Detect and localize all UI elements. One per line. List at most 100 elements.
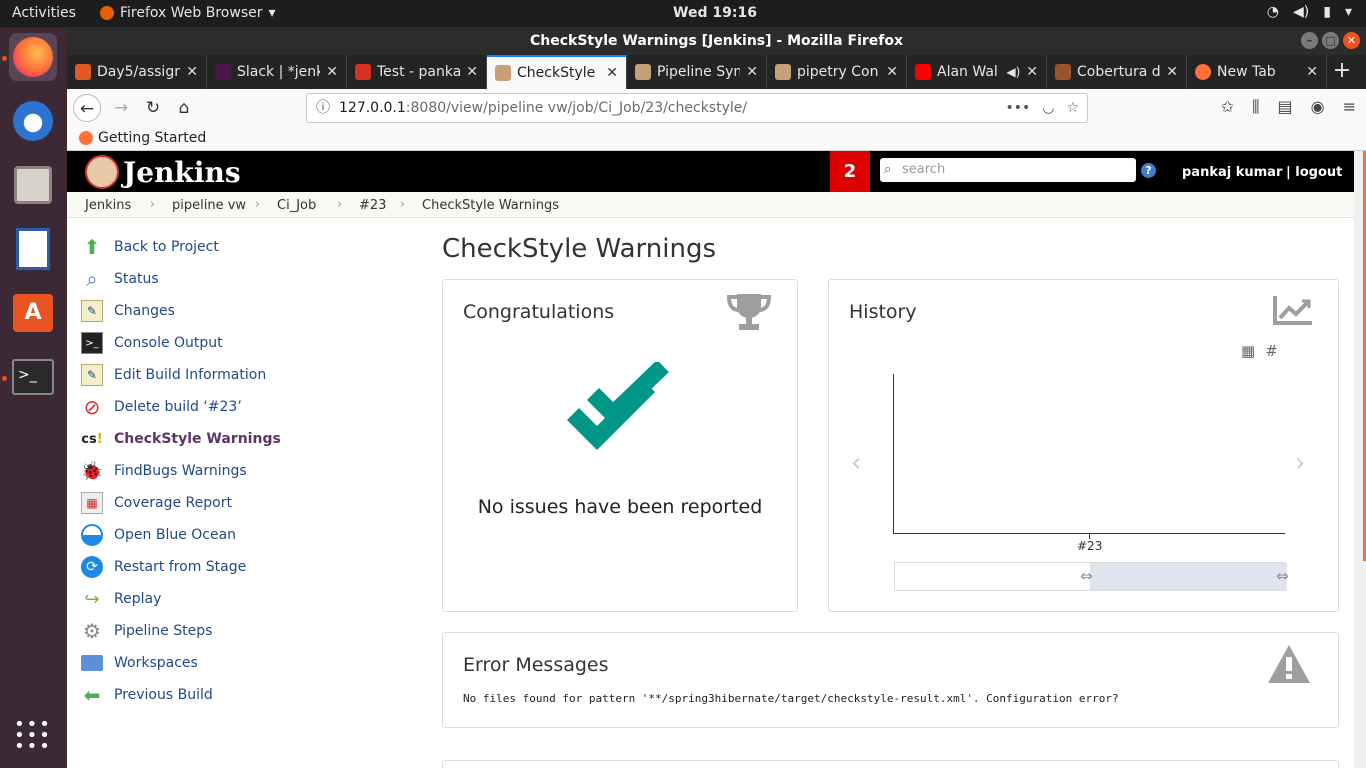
sidebar-item-workspaces[interactable]: Workspaces (81, 647, 411, 679)
reload-button[interactable]: ↻ (139, 94, 167, 122)
system-menu[interactable]: ◔ ◀) ▮ ▾ (1267, 4, 1352, 20)
dock-writer[interactable] (9, 225, 57, 273)
running-indicator (2, 56, 7, 61)
warning-icon (1268, 645, 1310, 683)
close-tab-icon[interactable]: ✕ (1306, 64, 1318, 80)
sidebar-item-findbugs-warnings[interactable]: 🐞 FindBugs Warnings (81, 455, 411, 487)
logout-link[interactable]: | logout (1286, 165, 1342, 180)
next-card (442, 760, 1339, 768)
breadcrumb-item[interactable]: pipeline vw (172, 198, 246, 213)
sidebar-item-changes[interactable]: ✎ Changes (81, 295, 411, 327)
sidebar-item-edit-build-information[interactable]: ✎ Edit Build Information (81, 359, 411, 391)
tab[interactable]: Cobertura d ✕ (1047, 55, 1187, 89)
sidebar-item-restart-from-stage[interactable]: ⟳ Restart from Stage (81, 551, 411, 583)
close-tab-icon[interactable]: ✕ (326, 64, 338, 80)
home-button[interactable]: ⌂ (170, 94, 198, 122)
sidebar-item-status[interactable]: ⌕ Status (81, 263, 411, 295)
chart-zoom-slider[interactable]: ⇔ ⇔ (894, 562, 1289, 591)
forward-button[interactable]: → (107, 94, 135, 122)
new-tab-button[interactable]: + (1327, 55, 1357, 89)
notification-badge[interactable]: 2 (830, 151, 870, 192)
dock-software[interactable]: A (9, 289, 57, 337)
tab[interactable]: pipetry Con ✕ (767, 55, 907, 89)
close-tab-icon[interactable]: ✕ (1026, 64, 1038, 80)
hash-icon[interactable]: # (1265, 342, 1278, 360)
search-input[interactable]: ⌕ search (880, 158, 1136, 182)
jenkins-logo[interactable]: Jenkins (85, 155, 241, 189)
clock[interactable]: Wed 19:16 (0, 5, 1366, 21)
dock-show-apps[interactable]: ••• ••• ••• (9, 711, 57, 759)
bookmark-star-icon[interactable]: ☆ (1066, 94, 1079, 122)
dock-thunderbird[interactable] (9, 97, 57, 145)
dock-files[interactable] (9, 161, 57, 209)
sidebar-icon[interactable]: ▤ (1278, 97, 1293, 117)
terminal-icon: >_ (81, 332, 103, 354)
close-tab-icon[interactable]: ✕ (606, 65, 618, 81)
minimize-button[interactable]: – (1301, 32, 1318, 49)
breadcrumb-item[interactable]: Ci_Job (277, 198, 316, 213)
close-tab-icon[interactable]: ✕ (746, 64, 758, 80)
sidebar-item-open-blue-ocean[interactable]: Open Blue Ocean (81, 519, 411, 551)
checkstyle-icon: cs! (81, 431, 103, 447)
sidebar-item-coverage-report[interactable]: ▦ Coverage Report (81, 487, 411, 519)
close-tab-icon[interactable]: ✕ (886, 64, 898, 80)
jenkins-page: Jenkins 2 ⌕ search ? pankaj kumar | logo… (67, 151, 1366, 768)
url-path: :8080/view/pipeline vw/job/Ci_Job/23/che… (405, 100, 748, 116)
tab-label: CheckStyle W (517, 65, 600, 81)
close-tab-icon[interactable]: ✕ (466, 64, 478, 80)
sidebar-item-back-to-project[interactable]: ⬆ Back to Project (81, 231, 411, 263)
calendar-icon[interactable]: ▦ (1241, 342, 1255, 360)
sidebar-item-replay[interactable]: ↪ Replay (81, 583, 411, 615)
tab[interactable]: Day5/assign ✕ (67, 55, 207, 89)
user-link[interactable]: pankaj kumar (1182, 165, 1282, 180)
url-bar[interactable]: ⓘ 127.0.0.1:8080/view/pipeline vw/job/Ci… (306, 93, 1088, 123)
tab[interactable]: Alan Wal ◀) ✕ (907, 55, 1047, 89)
sidebar-item-console-output[interactable]: >_ Console Output (81, 327, 411, 359)
close-window-button[interactable]: ✕ (1343, 32, 1360, 49)
more-actions-icon[interactable]: ••• (1005, 94, 1030, 122)
battery-icon: ▮ (1323, 4, 1331, 20)
tab[interactable]: Pipeline Syn ✕ (627, 55, 767, 89)
sidebar-item-pipeline-steps[interactable]: ⚙ Pipeline Steps (81, 615, 411, 647)
speaker-icon[interactable]: ◀) (1006, 65, 1020, 79)
breadcrumb-item[interactable]: Jenkins (85, 198, 131, 213)
zoom-handle-right-icon[interactable]: ⇔ (1276, 567, 1289, 585)
sidebar-item-previous-build[interactable]: ⬅ Previous Build (81, 679, 411, 711)
account-icon[interactable]: ◉ (1311, 97, 1325, 117)
breadcrumb-item[interactable]: #23 (359, 198, 386, 213)
card-title: Error Messages (463, 654, 609, 676)
tab[interactable]: Test - panka ✕ (347, 55, 487, 89)
no-entry-icon: ⊘ (83, 395, 101, 419)
dock-terminal[interactable]: >_ (9, 353, 57, 401)
chevron-right-icon[interactable]: › (1295, 448, 1305, 478)
coverage-icon: ▦ (81, 492, 103, 514)
tab-active[interactable]: CheckStyle W ✕ (487, 55, 627, 89)
tab[interactable]: Slack | *jenk ✕ (207, 55, 347, 89)
back-button[interactable]: ← (73, 94, 101, 122)
breadcrumb-separator-icon: › (337, 197, 342, 211)
tab[interactable]: New Tab ✕ (1187, 55, 1327, 89)
hamburger-menu-icon[interactable]: ≡ (1343, 97, 1356, 117)
sidebar-item-checkstyle-warnings[interactable]: cs! CheckStyle Warnings (81, 423, 411, 455)
zoom-handle-left-icon[interactable]: ⇔ (1080, 567, 1093, 585)
bookmark-getting-started[interactable]: Getting Started (79, 130, 206, 146)
pocket-icon[interactable]: ◡ (1042, 94, 1054, 122)
help-icon[interactable]: ? (1141, 163, 1156, 178)
reader-icon[interactable]: ✩ (1221, 97, 1234, 117)
library-icon[interactable]: ⫼ (1252, 97, 1259, 117)
info-icon[interactable]: ⓘ (316, 94, 330, 122)
breadcrumb-item[interactable]: CheckStyle Warnings (422, 198, 559, 213)
tab-label: Slack | *jenk (237, 64, 321, 80)
tab-favicon (355, 64, 371, 80)
zoom-selection[interactable] (1090, 563, 1287, 590)
maximize-button[interactable]: □ (1322, 32, 1339, 49)
close-tab-icon[interactable]: ✕ (186, 64, 198, 80)
chevron-left-icon[interactable]: ‹ (851, 448, 861, 478)
dock-firefox[interactable] (9, 33, 57, 81)
sidebar-item-label: Coverage Report (114, 495, 232, 511)
notepad-icon: ✎ (81, 300, 103, 322)
close-tab-icon[interactable]: ✕ (1166, 64, 1178, 80)
page-scrollbar[interactable] (1354, 151, 1366, 768)
error-messages-card: Error Messages No files found for patter… (442, 632, 1339, 728)
sidebar-item-delete-build[interactable]: ⊘ Delete build ‘#23’ (81, 391, 411, 423)
